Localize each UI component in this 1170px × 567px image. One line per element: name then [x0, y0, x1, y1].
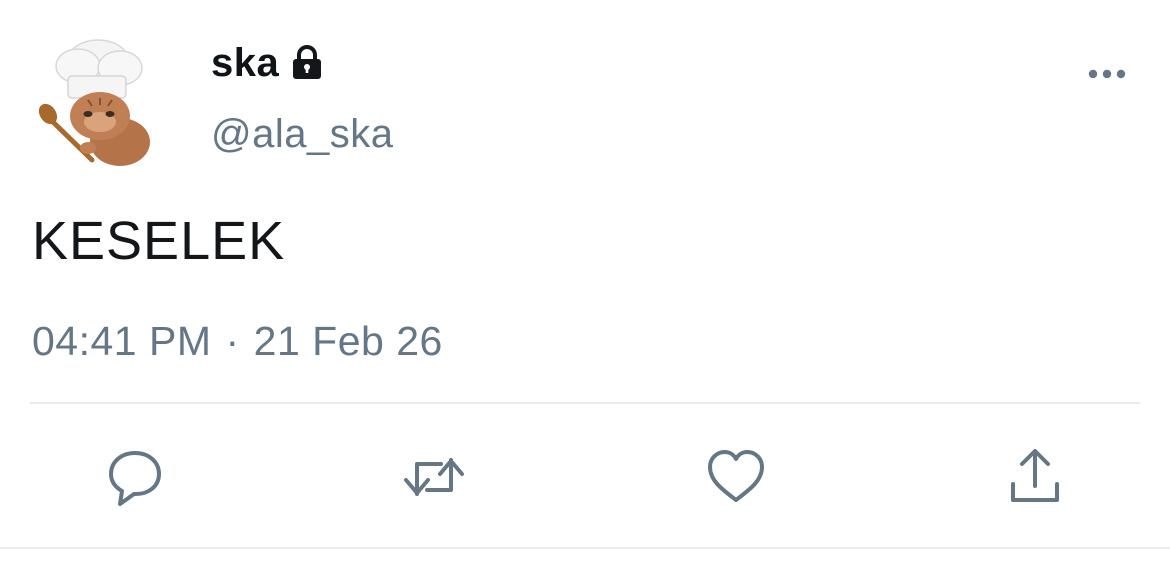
lock-icon [287, 43, 327, 83]
name-row: ska [211, 38, 327, 88]
cat-chef-avatar-image [38, 39, 150, 166]
avatar[interactable] [28, 30, 168, 170]
tweet-text: KESELEK [32, 211, 286, 271]
share-icon[interactable] [1004, 446, 1066, 508]
tweet-time: 04:41 PM [32, 318, 212, 364]
display-name[interactable]: ska [211, 41, 279, 86]
timestamp[interactable]: 04:41 PM · 21 Feb 26 [32, 318, 443, 365]
timestamp-separator: · [225, 318, 240, 364]
heart-icon[interactable] [705, 446, 767, 508]
reply-icon[interactable] [104, 446, 166, 508]
more-options-icon[interactable] [1083, 58, 1131, 90]
user-handle[interactable]: @ala_ska [211, 112, 393, 157]
tweet-date: 21 Feb 26 [253, 318, 443, 364]
retweet-icon[interactable] [403, 446, 465, 508]
bottom-divider [0, 547, 1170, 549]
tweet-card: ska @ala_ska KESELEK 04:41 PM · 21 Feb 2… [0, 0, 1170, 567]
divider [30, 402, 1140, 404]
